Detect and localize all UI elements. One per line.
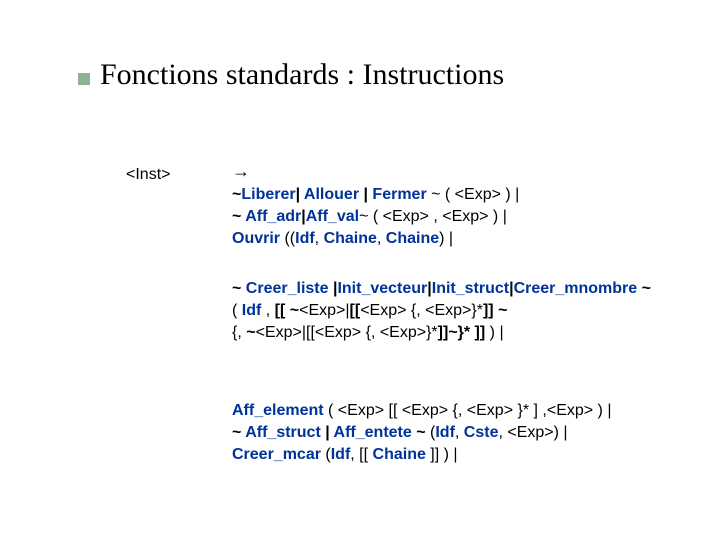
rule-name: <Inst> (126, 166, 170, 184)
grammar-block-2: ~ Creer_liste |Init_vecteur|Init_struct|… (232, 278, 702, 344)
grammar-block-3: Aff_element ( <Exp> [[ <Exp> {, <Exp> }*… (232, 400, 702, 466)
grammar-block-1: ~Liberer| Allouer | Fermer ~ ( <Exp> ) |… (232, 184, 702, 250)
title-bullet (78, 73, 90, 85)
slide-title: Fonctions standards : Instructions (100, 58, 504, 92)
arrow-icon: → (232, 161, 250, 182)
